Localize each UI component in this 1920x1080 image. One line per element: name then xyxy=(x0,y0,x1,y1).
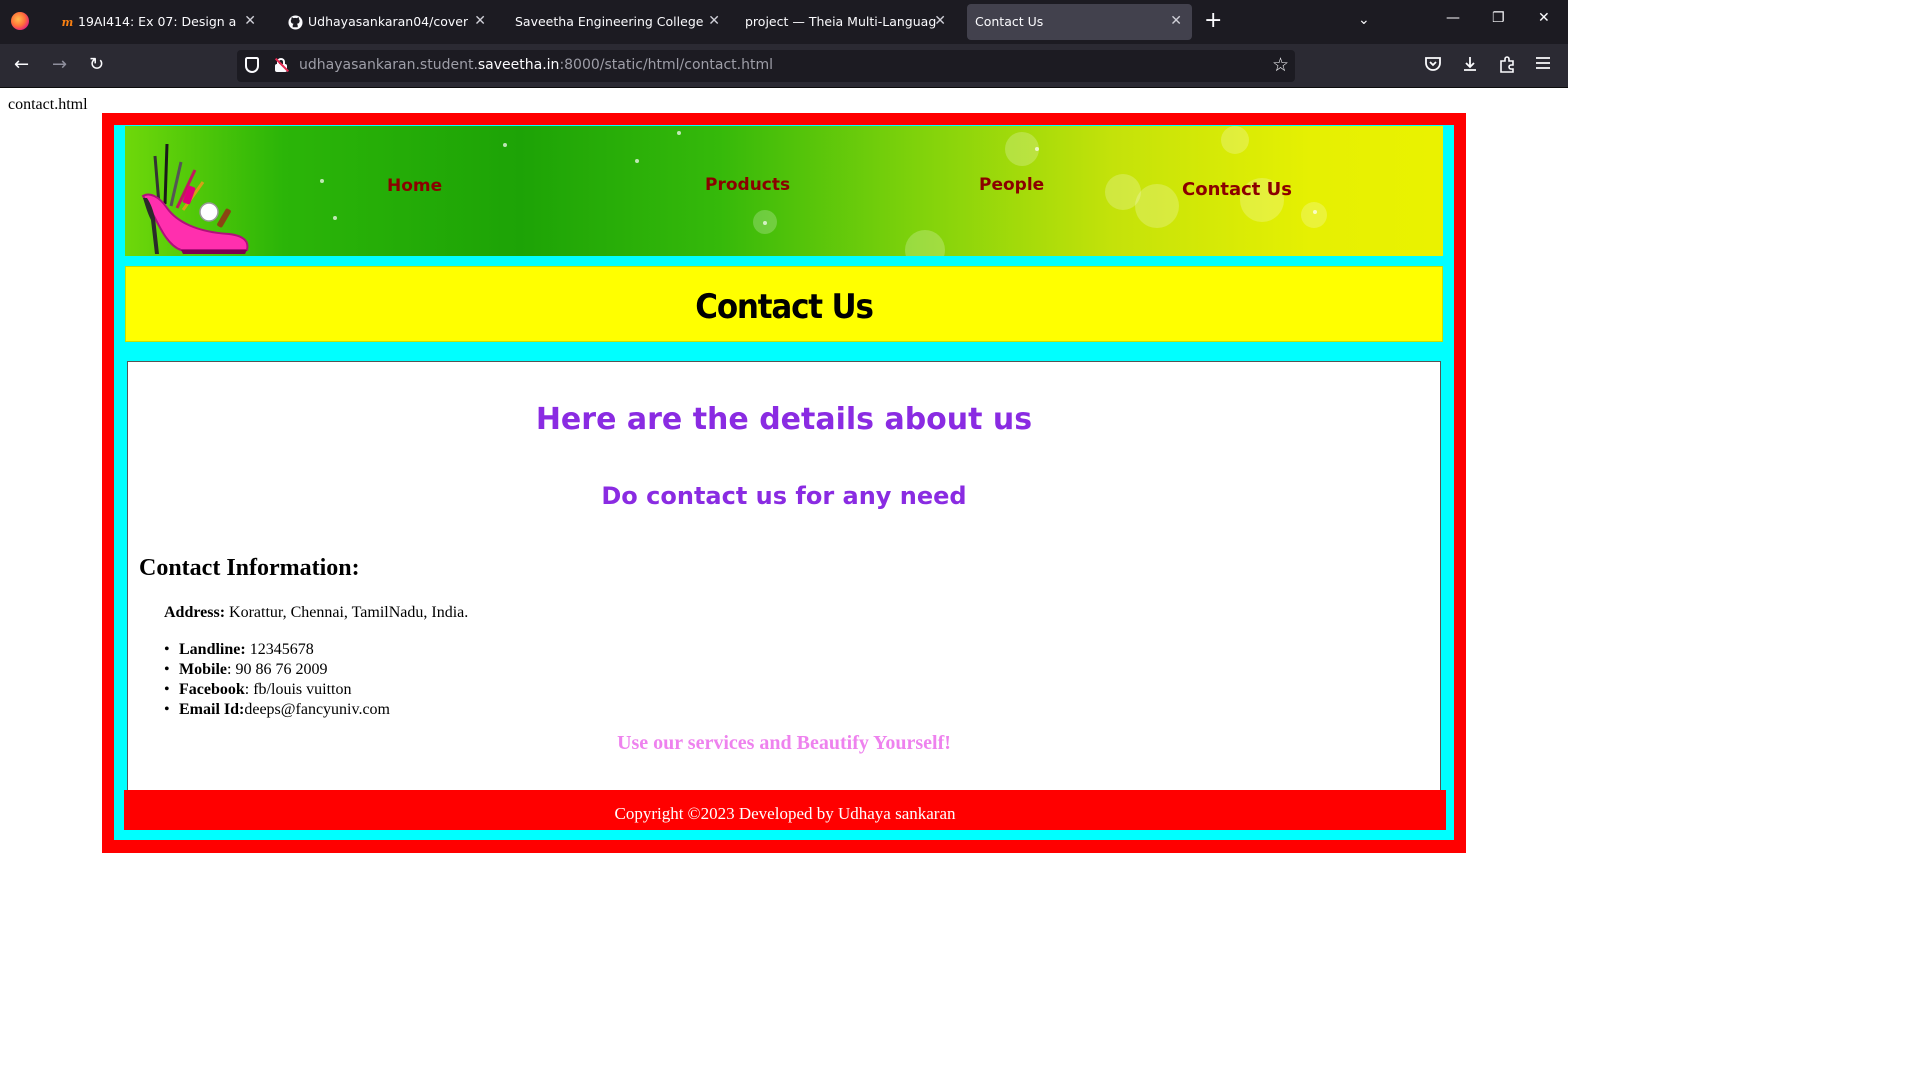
browser-toolbar: ← → ↻ udhayasankaran.student.saveetha.in… xyxy=(0,44,1568,88)
extensions-icon[interactable] xyxy=(1498,55,1516,78)
list-item-mobile: Mobile: 90 86 76 2009 xyxy=(164,660,390,680)
browser-tab-strip: m 19AI414: Ex 07: Design a Websit ✕ Udha… xyxy=(0,0,1568,44)
chevron-down-icon[interactable]: ⌄ xyxy=(1358,12,1370,28)
bokeh-decoration xyxy=(1221,126,1249,154)
close-icon[interactable]: ✕ xyxy=(244,13,256,29)
pocket-icon[interactable] xyxy=(1424,55,1442,78)
bokeh-decoration xyxy=(1005,132,1039,166)
close-icon[interactable]: ✕ xyxy=(708,13,720,29)
nav-link-home[interactable]: Home xyxy=(387,176,442,196)
url-host: saveetha.in xyxy=(477,57,560,73)
contact-value: : 90 86 76 2009 xyxy=(227,661,328,678)
bookmark-star-icon[interactable]: ☆ xyxy=(1272,54,1289,76)
tagline: Use our services and Beautify Yourself! xyxy=(617,732,951,754)
tracking-shield-icon[interactable] xyxy=(245,57,259,73)
contact-label: Facebook xyxy=(179,681,245,698)
firefox-logo-icon[interactable] xyxy=(11,12,29,30)
contact-value: 12345678 xyxy=(245,641,314,658)
forward-arrow-icon[interactable]: → xyxy=(52,54,67,76)
page-title-box: Contact Us xyxy=(125,266,1443,342)
nav-link-people[interactable]: People xyxy=(979,175,1044,195)
url-text[interactable]: udhayasankaran.student.saveetha.in:8000/… xyxy=(299,57,773,73)
contact-label: Landline: xyxy=(179,641,246,658)
back-arrow-icon[interactable]: ← xyxy=(14,54,29,76)
tab-moodle[interactable]: m 19AI414: Ex 07: Design a Websit ✕ xyxy=(48,4,266,40)
tab-theia[interactable]: project — Theia Multi-Language Ex ✕ xyxy=(734,4,956,40)
list-item-landline: Landline: 12345678 xyxy=(164,640,390,660)
page-title: Contact Us xyxy=(695,287,874,327)
bokeh-decoration xyxy=(1135,184,1179,228)
tab-saveetha[interactable]: Saveetha Engineering College ✕ xyxy=(504,4,730,40)
insecure-lock-icon[interactable] xyxy=(274,57,290,73)
close-icon[interactable]: ✕ xyxy=(934,13,946,29)
contact-value: deeps@fancyuniv.com xyxy=(244,701,390,718)
tab-contact-us[interactable]: Contact Us ✕ xyxy=(967,4,1192,40)
sparkle-decoration xyxy=(503,143,507,147)
page-viewport: contact.html Home Products People Contac… xyxy=(0,88,1568,882)
tab-title: Udhayasankaran04/cover xyxy=(308,14,468,29)
high-heel-logo-icon xyxy=(141,143,249,254)
details-heading: Here are the details about us xyxy=(535,402,1033,437)
bokeh-decoration xyxy=(1301,202,1327,228)
address-value: Korattur, Chennai, TamilNadu, India. xyxy=(225,604,469,621)
contact-label: Email Id: xyxy=(179,701,245,718)
sparkle-decoration xyxy=(333,216,337,220)
nav-link-products[interactable]: Products xyxy=(705,175,790,195)
sparkle-decoration xyxy=(635,159,639,163)
contact-value: : fb/louis vuitton xyxy=(244,681,352,698)
close-icon[interactable]: ✕ xyxy=(474,13,486,29)
moodle-icon: m xyxy=(61,16,74,29)
contact-list: Landline: 12345678 Mobile: 90 86 76 2009… xyxy=(164,640,390,720)
address-bar[interactable]: udhayasankaran.student.saveetha.in:8000/… xyxy=(237,50,1295,82)
header-banner: Home Products People Contact Us xyxy=(125,126,1443,256)
minimize-icon[interactable]: — xyxy=(1446,10,1460,26)
address-label: Address: xyxy=(164,604,226,621)
sparkle-decoration xyxy=(1035,147,1039,151)
inner-frame: Home Products People Contact Us Contact … xyxy=(114,125,1454,840)
sparkle-decoration xyxy=(677,131,681,135)
close-window-icon[interactable]: ✕ xyxy=(1538,10,1550,26)
tab-title: Saveetha Engineering College xyxy=(515,14,704,29)
close-icon[interactable]: ✕ xyxy=(1170,13,1182,29)
nav-link-contact-us[interactable]: Contact Us xyxy=(1182,179,1292,200)
url-suffix: :8000/static/html/contact.html xyxy=(559,57,773,73)
tab-title: Contact Us xyxy=(975,14,1044,29)
contact-subheading: Do contact us for any need xyxy=(601,482,967,510)
content-panel: Here are the details about us Do contact… xyxy=(127,361,1441,791)
contact-info-heading: Contact Information: xyxy=(139,555,360,581)
new-tab-plus-icon[interactable]: + xyxy=(1204,8,1222,34)
contact-label: Mobile xyxy=(179,661,227,678)
list-item-facebook: Facebook: fb/louis vuitton xyxy=(164,680,390,700)
footer-copyright: Copyright ©2023 Developed by Udhaya sank… xyxy=(124,790,1446,830)
filename-label: contact.html xyxy=(8,96,88,113)
menu-hamburger-icon[interactable] xyxy=(1535,55,1551,76)
restore-icon[interactable]: ❐ xyxy=(1492,10,1505,26)
outer-frame: Home Products People Contact Us Contact … xyxy=(102,113,1466,853)
list-item-email: Email Id:deeps@fancyuniv.com xyxy=(164,700,390,720)
tab-github[interactable]: Udhayasankaran04/cover ✕ xyxy=(276,4,496,40)
bokeh-decoration xyxy=(905,230,945,256)
sparkle-decoration xyxy=(763,221,767,225)
download-icon[interactable] xyxy=(1461,55,1479,78)
sparkle-decoration xyxy=(320,179,324,183)
url-prefix: udhayasankaran.student. xyxy=(299,57,478,73)
reload-icon[interactable]: ↻ xyxy=(89,54,104,76)
tab-title: 19AI414: Ex 07: Design a Websit xyxy=(78,14,236,29)
sparkle-decoration xyxy=(1313,210,1317,214)
tab-title: project — Theia Multi-Language Ex xyxy=(745,14,937,29)
address-line: Address: Korattur, Chennai, TamilNadu, I… xyxy=(164,604,468,622)
github-icon xyxy=(288,15,303,30)
